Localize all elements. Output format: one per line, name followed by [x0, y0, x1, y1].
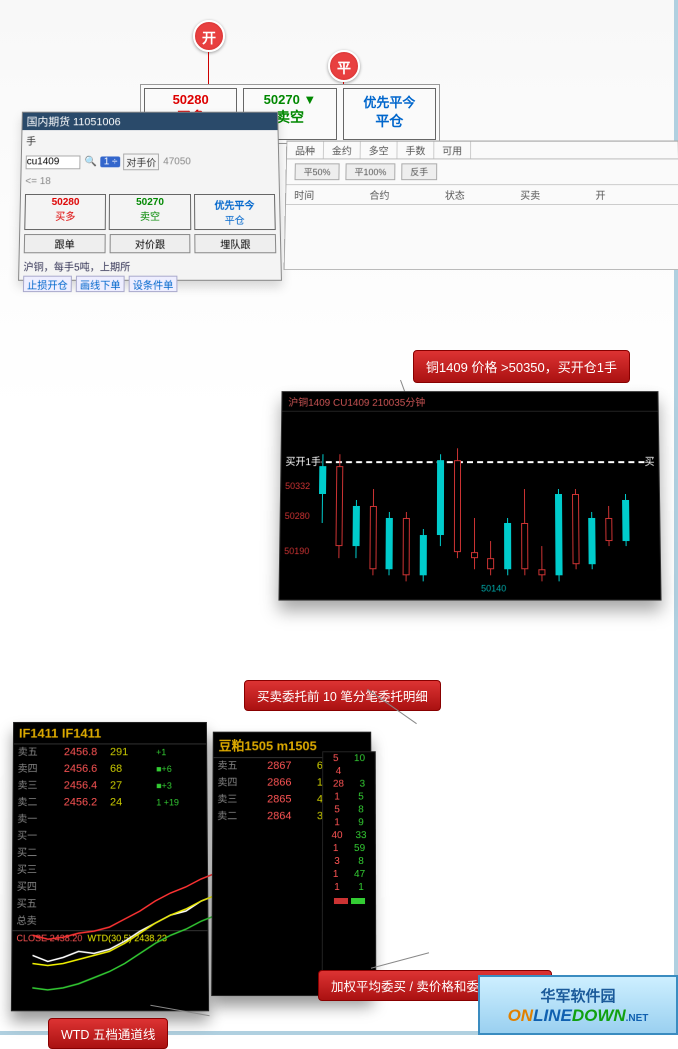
tick-row: 15 [323, 791, 375, 804]
follow-button[interactable]: 对价跟 [109, 234, 190, 253]
quick-close-buttons: 平50% 平100% 反手 [286, 159, 678, 184]
column-header: 买卖 [520, 187, 595, 202]
ref-price: 47050 [163, 156, 191, 167]
onlinedown-logo: 华军软件园 ONLINEDOWN.NET [478, 975, 678, 1035]
action-cell-small[interactable]: 50270 卖空 [109, 194, 191, 230]
column-header: 状态 [445, 187, 520, 202]
label-hand: 手 [26, 133, 36, 148]
position-table-header: 时间合约状态买卖开 [286, 184, 678, 205]
column-header: 时间 [294, 187, 370, 202]
search-icon[interactable]: 🔍 [84, 156, 96, 167]
threshold-label-left: 买开1手 [285, 453, 321, 468]
tick-row: 19 [323, 816, 375, 829]
quick-close-button[interactable]: 反手 [401, 163, 437, 180]
candlestick-chart: 沪铜1409 CU1409 210035分钟 买开1手 买 50332 5028… [278, 391, 661, 601]
contract-note: 沪铜，每手5吨，上期所 [19, 256, 281, 275]
chart-title: 沪铜1409 CU1409 210035分钟 [282, 392, 658, 412]
open-tag-icon: 开 [193, 20, 225, 52]
column-header: 开 [595, 187, 671, 202]
tick-row: 58 [323, 803, 375, 816]
trading-software-window: 国内期货 11051006 手 🔍 1 ÷ 对手价 47050 <= 18 50… [18, 112, 282, 281]
action-cell-small[interactable]: 优先平今 平仓 [194, 194, 276, 230]
bid-bar [333, 898, 347, 904]
contract-code-input[interactable] [26, 155, 81, 169]
bid-ask-bars [323, 894, 375, 908]
close-tag-icon: 平 [328, 50, 360, 82]
bottom-tab[interactable]: 画线下单 [76, 276, 125, 292]
column-header: 合约 [369, 187, 444, 202]
tick-row: 147 [323, 868, 375, 881]
candle-container [318, 431, 654, 577]
y-label: 50280 [285, 511, 310, 521]
bottom-tab[interactable]: 设条件单 [129, 276, 178, 292]
condition-callout: 铜1409 价格 >50350，买开仓1手 [413, 350, 630, 383]
depth-row: 卖三 2456.4 27 ■+3 [14, 778, 207, 795]
quick-close-button[interactable]: 平100% [345, 163, 395, 180]
tick-row: 283 [323, 778, 375, 791]
depth-row: 买一 [13, 828, 207, 845]
follow-button-row: 跟单对价跟埋队跟 [24, 234, 277, 253]
depth-panel-if1411: IF1411 IF1411 卖五 2456.8 291 +1 卖四 2456.6… [11, 722, 209, 1011]
tick-row: 38 [323, 855, 375, 868]
small-action-cells: 50280 买多 50270 卖空 优先平今 平仓 [24, 194, 276, 230]
depth-callout-bottom: WTD 五档通道线 [48, 1018, 168, 1049]
logo-english: ONLINEDOWN.NET [508, 1006, 649, 1026]
position-tab[interactable]: 金约 [324, 142, 361, 159]
connector-line [371, 952, 429, 968]
depth-row: 卖二 2456.2 24 1 +19 [13, 795, 206, 812]
quick-close-button[interactable]: 平50% [295, 163, 340, 180]
depth-row: 买二 [13, 845, 207, 862]
x-label: 50140 [481, 583, 506, 593]
price-mode-select[interactable]: 对手价 [123, 154, 159, 171]
window-title: 国内期货 11051006 [22, 113, 277, 130]
bottom-tab[interactable]: 止损开仓 [23, 276, 72, 292]
depth-title: IF1411 IF1411 [14, 723, 206, 745]
tick-row: 510 [323, 752, 375, 765]
connector-line [208, 52, 209, 84]
action-cell-small[interactable]: 50280 买多 [24, 194, 106, 230]
qty-badge[interactable]: 1 ÷ [101, 156, 121, 167]
follow-button[interactable]: 埋队跟 [195, 234, 277, 253]
position-tab[interactable]: 品种 [287, 142, 324, 159]
condition-text: <= 18 [21, 173, 279, 190]
bottom-tabs: 止损开仓画线下单设条件单 [19, 276, 281, 292]
position-panel: 品种金约多空手数可用 平50% 平100% 反手 时间合约状态买卖开 [284, 141, 678, 271]
depth-row: 卖四 2456.6 68 ■+6 [14, 761, 207, 778]
position-tab[interactable]: 可用 [434, 142, 471, 159]
tick-detail-panel: 510 4 283 15 58 19 4033 159 38 147 11 [322, 751, 376, 980]
ask-bar [351, 898, 365, 904]
y-label: 50190 [284, 546, 309, 556]
follow-button[interactable]: 跟单 [24, 234, 106, 253]
position-tab[interactable]: 多空 [361, 142, 398, 159]
depth-callout-top: 买卖委托前 10 笔分笔委托明细 [244, 680, 441, 711]
y-label: 50332 [285, 481, 310, 491]
action-cell[interactable]: 优先平今 平仓 [343, 88, 436, 140]
position-tabs: 品种金约多空手数可用 [287, 142, 678, 160]
depth-row: 卖五 2456.8 291 +1 [14, 744, 206, 761]
tick-row: 159 [323, 842, 375, 855]
tick-row: 11 [323, 881, 375, 894]
depth-row: 卖一 [13, 811, 206, 828]
tick-row: 4033 [323, 829, 375, 842]
tick-row: 4 [323, 765, 375, 778]
position-tab[interactable]: 手数 [397, 142, 434, 159]
logo-chinese: 华军软件园 [540, 985, 615, 1006]
